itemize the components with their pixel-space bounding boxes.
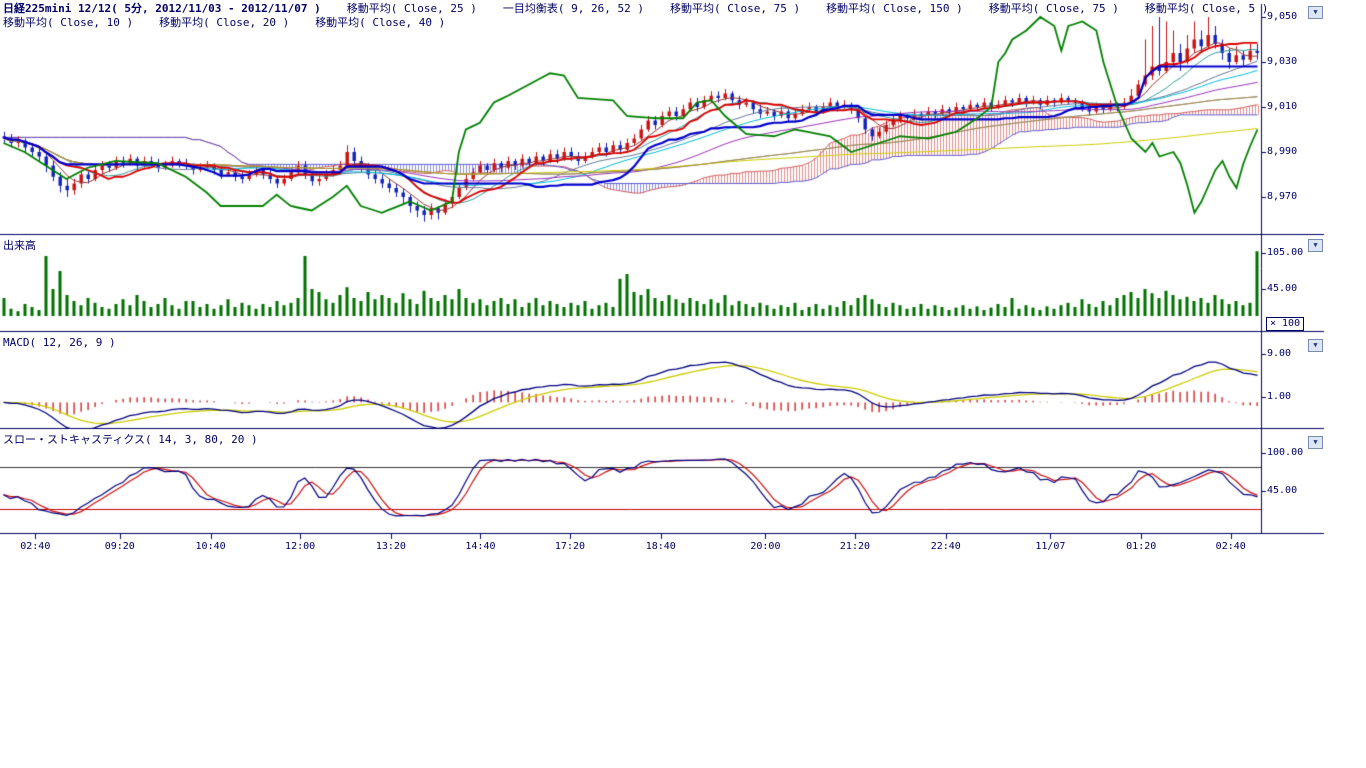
trading-chart-window: 日経225mini 12/12( 5分, 2012/11/03 - 2012/1…	[0, 0, 1366, 768]
time-axis-label: 12:00	[285, 541, 315, 552]
time-axis-label: 13:20	[376, 541, 406, 552]
stoch-axis-tick-label: 45.00	[1267, 485, 1297, 496]
time-axis-label: 02:40	[20, 541, 50, 552]
volume-axis-tick-label: 105.00	[1267, 247, 1303, 258]
stoch-panel-title: スロー・ストキャスティクス( 14, 3, 80, 20 )	[3, 434, 258, 446]
time-axis-label: 10:40	[196, 541, 226, 552]
price-axis-tick-label: 9,030	[1267, 56, 1297, 67]
volume-multiplier-badge: × 100	[1266, 317, 1304, 331]
volume-panel-dropdown[interactable]: ▼	[1308, 239, 1323, 252]
legend-item: 一目均衡表( 9, 26, 52 )	[503, 2, 644, 15]
macd-panel-title: MACD( 12, 26, 9 )	[3, 337, 116, 349]
macd-axis-tick-label: 9.00	[1267, 348, 1291, 359]
price-axis-tick-label: 9,050	[1267, 11, 1297, 22]
legend-row-2: 移動平均( Close, 10 ) 移動平均( Close, 20 ) 移動平均( …	[3, 16, 445, 29]
time-axis-label: 01:20	[1126, 541, 1156, 552]
time-axis-label: 22:40	[931, 541, 961, 552]
chart-canvas[interactable]	[0, 0, 1366, 768]
legend-item: 移動平均( Close, 25 )	[347, 2, 477, 15]
legend-item: 移動平均( Close, 10 )	[3, 16, 133, 29]
stoch-panel-dropdown[interactable]: ▼	[1308, 436, 1323, 449]
macd-panel-dropdown[interactable]: ▼	[1308, 339, 1323, 352]
macd-axis-tick-label: 1.00	[1267, 391, 1291, 402]
legend-item: 移動平均( Close, 75 )	[670, 2, 800, 15]
time-axis-label: 11/07	[1035, 541, 1065, 552]
legend-item: 移動平均( Close, 75 )	[989, 2, 1119, 15]
price-axis-tick-label: 9,010	[1267, 101, 1297, 112]
chart-title: 日経225mini 12/12( 5分, 2012/11/03 - 2012/1…	[3, 2, 321, 15]
legend-item: 移動平均( Close, 5 )	[1145, 2, 1268, 15]
legend-item: 移動平均( Close, 20 )	[159, 16, 289, 29]
time-axis-label: 09:20	[105, 541, 135, 552]
price-panel-dropdown[interactable]: ▼	[1308, 6, 1323, 19]
legend-item: 移動平均( Close, 150 )	[826, 2, 963, 15]
price-axis-tick-label: 8,990	[1267, 146, 1297, 157]
stoch-axis-tick-label: 100.00	[1267, 447, 1303, 458]
time-axis-label: 02:40	[1216, 541, 1246, 552]
price-axis-tick-label: 8,970	[1267, 191, 1297, 202]
time-axis-label: 20:00	[750, 541, 780, 552]
legend-item: 移動平均( Close, 40 )	[315, 16, 445, 29]
volume-axis-tick-label: 45.00	[1267, 283, 1297, 294]
time-axis-label: 21:20	[840, 541, 870, 552]
time-axis-label: 18:40	[646, 541, 676, 552]
legend-row-1: 日経225mini 12/12( 5分, 2012/11/03 - 2012/1…	[3, 2, 1268, 15]
volume-panel-title: 出来高	[3, 240, 36, 252]
time-axis-label: 17:20	[555, 541, 585, 552]
time-axis-label: 14:40	[465, 541, 495, 552]
